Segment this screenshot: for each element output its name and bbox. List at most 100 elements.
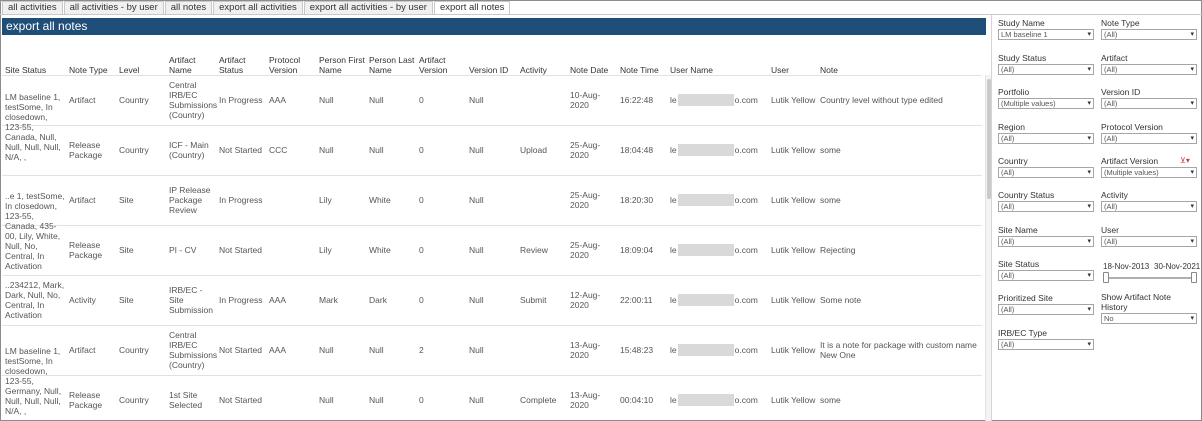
col-header-protocol-version[interactable]: Protocol Version: [269, 51, 315, 75]
filter-select-artifact[interactable]: (All) ▾: [1101, 64, 1197, 75]
filter-select-irb-ec-type[interactable]: (All) ▾: [998, 339, 1094, 350]
cell-note: Rejecting: [820, 245, 856, 255]
filter-label-version-id: Version ID: [1101, 87, 1141, 97]
cell-version-id: Null: [469, 295, 484, 305]
tab-export-all-activities-by-user[interactable]: export all activities - by user: [303, 1, 433, 14]
col-header-artifact-status[interactable]: Artifact Status: [219, 51, 265, 75]
cell-artifact-version: 2: [419, 345, 424, 355]
filter-label-artifact: Artifact: [1101, 53, 1128, 63]
tab-all-notes[interactable]: all notes: [164, 1, 213, 14]
filter-select-portfolio[interactable]: (Multiple values) ▾: [998, 98, 1094, 109]
col-header-note-date[interactable]: Note Date: [570, 51, 618, 75]
filter-select-protocol-version[interactable]: (All) ▾: [1101, 133, 1197, 144]
cell-user-name: le o.com: [670, 77, 765, 123]
cell-note-date: 10-Aug-2020: [570, 90, 601, 110]
cell-note-time: 00:04:10: [620, 395, 654, 405]
row-separator: [2, 375, 982, 376]
tab-all-activities[interactable]: all activities: [2, 1, 63, 14]
row-separator: [2, 275, 982, 276]
cell-note: Country level without type edited: [820, 95, 943, 105]
cell-user: Lutik Yellow: [771, 245, 816, 255]
cell-note: Some note: [820, 295, 862, 305]
date-range-track[interactable]: [1106, 277, 1194, 279]
date-range-end-handle[interactable]: [1191, 272, 1197, 283]
filter-select-country-status[interactable]: (All) ▾: [998, 201, 1094, 212]
col-header-artifact-version[interactable]: Artifact Version: [419, 51, 465, 75]
filter-select-activity[interactable]: (All) ▾: [1101, 201, 1197, 212]
col-header-user-name[interactable]: User Name: [670, 51, 760, 75]
cell-level: Country: [119, 395, 149, 405]
filter-select-user[interactable]: (All) ▾: [1101, 236, 1197, 247]
panel-divider: [991, 15, 992, 421]
cell-user-name: le o.com: [670, 127, 765, 173]
filter-select-note-type[interactable]: (All) ▾: [1101, 29, 1197, 40]
col-header-note[interactable]: Note: [820, 51, 980, 75]
filter-value: (All): [1001, 168, 1015, 177]
filter-select-prioritized-site[interactable]: (All) ▾: [998, 304, 1094, 315]
cell-note-time: 16:22:48: [620, 95, 654, 105]
filter-label-site-name: Site Name: [998, 225, 1038, 235]
filter-select-site-status[interactable]: (All) ▾: [998, 270, 1094, 281]
col-header-note-type[interactable]: Note Type: [69, 51, 114, 75]
site-status-group: ..234212, Mark, Dark, Null, No, Central,…: [5, 280, 65, 320]
tab-all-activities-by-user[interactable]: all activities - by user: [63, 1, 164, 14]
cell-artifact-version: 0: [419, 195, 424, 205]
col-header-artifact-name[interactable]: Artifact Name: [169, 51, 215, 75]
filter-value: (All): [1001, 340, 1015, 349]
show-history-select[interactable]: No ▾: [1101, 313, 1197, 324]
cell-note-time: 18:09:04: [620, 245, 654, 255]
filter-value: (All): [1001, 202, 1015, 211]
cell-person-first: Lily: [319, 245, 332, 255]
cell-user-name: le o.com: [670, 177, 765, 223]
chevron-down-icon: ▾: [1087, 272, 1091, 279]
filter-value: (All): [1001, 305, 1015, 314]
filter-select-site-name[interactable]: (All) ▾: [998, 236, 1094, 247]
cell-version-id: Null: [469, 345, 484, 355]
redacted-block: [677, 144, 734, 156]
chevron-down-icon: ▾: [1190, 66, 1194, 73]
cell-artifact-version: 0: [419, 145, 424, 155]
filter-label-irb-ec-type: IRB/EC Type: [998, 328, 1047, 338]
cell-note-type: Artifact: [69, 195, 96, 205]
tab-export-all-activities[interactable]: export all activities: [213, 1, 303, 14]
row-separator: [2, 325, 982, 326]
filter-select-region[interactable]: (All) ▾: [998, 133, 1094, 144]
col-header-level[interactable]: Level: [119, 51, 164, 75]
cell-user: Lutik Yellow: [771, 195, 816, 205]
redacted-block: [677, 394, 734, 406]
chevron-down-icon: ▾: [1190, 169, 1194, 176]
col-header-user[interactable]: User: [771, 51, 816, 75]
col-header-note-time[interactable]: Note Time: [620, 51, 668, 75]
filter-value: (Multiple values): [1001, 99, 1056, 108]
cell-note: some: [820, 395, 841, 405]
col-header-person-last-name[interactable]: Person Last Name: [369, 51, 415, 75]
col-header-version-id[interactable]: Version ID: [469, 51, 515, 75]
date-range-start-handle[interactable]: [1103, 272, 1109, 283]
cell-artifact-name: IP Release Package Review: [169, 185, 211, 215]
cell-version-id: Null: [469, 195, 484, 205]
cell-note-date: 13-Aug-2020: [570, 390, 601, 410]
filter-select-study-name[interactable]: LM baseline 1 ▾: [998, 29, 1094, 40]
filter-value: (Multiple values): [1104, 168, 1159, 177]
cell-person-last: Null: [369, 395, 384, 405]
cell-user: Lutik Yellow: [771, 145, 816, 155]
site-status-group: LM baseline 1, testSome, In closedown, 1…: [5, 346, 62, 416]
filter-label-protocol-version: Protocol Version: [1101, 122, 1163, 132]
cell-protocol-version: [269, 177, 315, 223]
redacted-block: [677, 194, 734, 206]
filter-select-artifact-version[interactable]: (Multiple values) ▾: [1101, 167, 1197, 178]
show-history-label: Show Artifact Note History: [1101, 292, 1171, 312]
cell-person-last: Null: [369, 145, 384, 155]
col-header-activity[interactable]: Activity: [520, 51, 566, 75]
cell-protocol-version: AAA: [269, 95, 287, 105]
filter-select-country[interactable]: (All) ▾: [998, 167, 1094, 178]
filter-select-version-id[interactable]: (All) ▾: [1101, 98, 1197, 109]
chevron-down-icon: ▾: [1087, 169, 1091, 176]
chevron-down-icon: ▾: [1087, 31, 1091, 38]
cell-level: Country: [119, 95, 149, 105]
clear-filter-icon[interactable]: ⊻▾: [1180, 156, 1190, 165]
tab-export-all-notes[interactable]: export all notes: [433, 1, 511, 14]
filter-select-study-status[interactable]: (All) ▾: [998, 64, 1094, 75]
col-header-site-status[interactable]: Site Status: [5, 51, 65, 75]
col-header-person-first-name[interactable]: Person First Name: [319, 51, 365, 75]
